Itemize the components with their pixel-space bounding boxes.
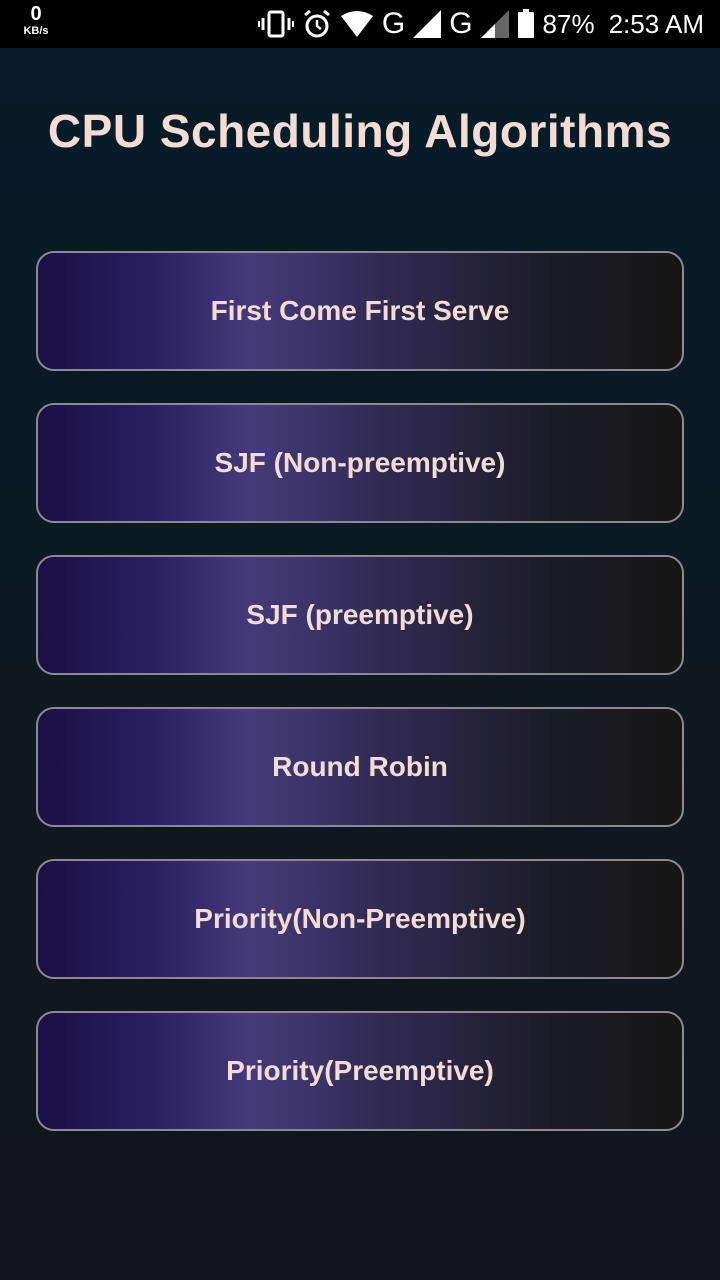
alarm-icon [302, 9, 332, 39]
status-icons: G G 87% 2:53 AM [257, 0, 704, 48]
status-bar: 0 KB/s G G 87% 2:53 AM [0, 0, 720, 48]
vibrate-icon [257, 9, 294, 39]
battery-percent: 87% [542, 9, 595, 39]
page-title: CPU Scheduling Algorithms [47, 105, 673, 157]
battery-icon [517, 9, 535, 39]
button-label: Priority(Non-Preemptive) [194, 903, 526, 934]
network-speed: 0 KB/s [14, 4, 58, 37]
button-label: SJF (preemptive) [246, 599, 474, 630]
network-type-1: G [381, 7, 406, 40]
network-type-2: G [449, 7, 473, 40]
network-speed-value: 0 [30, 3, 42, 25]
clock: 2:53 AM [608, 9, 704, 39]
network-speed-unit: KB/s [23, 25, 49, 37]
signal-icon [480, 10, 509, 38]
button-label: SJF (Non-preemptive) [214, 447, 506, 478]
round-robin-button[interactable]: Round Robin [36, 707, 684, 827]
priority-preemptive-button[interactable]: Priority(Preemptive) [36, 1011, 684, 1131]
button-label: First Come First Serve [210, 295, 510, 326]
signal-icon [413, 10, 442, 38]
sjf-non-preemptive-button[interactable]: SJF (Non-preemptive) [36, 403, 684, 523]
algorithm-menu: First Come First Serve SJF (Non-preempti… [36, 251, 684, 1163]
sjf-preemptive-button[interactable]: SJF (preemptive) [36, 555, 684, 675]
button-label: Priority(Preemptive) [226, 1055, 494, 1086]
wifi-icon [340, 10, 374, 38]
button-label: Round Robin [272, 751, 448, 782]
priority-non-preemptive-button[interactable]: Priority(Non-Preemptive) [36, 859, 684, 979]
fcfs-button[interactable]: First Come First Serve [36, 251, 684, 371]
